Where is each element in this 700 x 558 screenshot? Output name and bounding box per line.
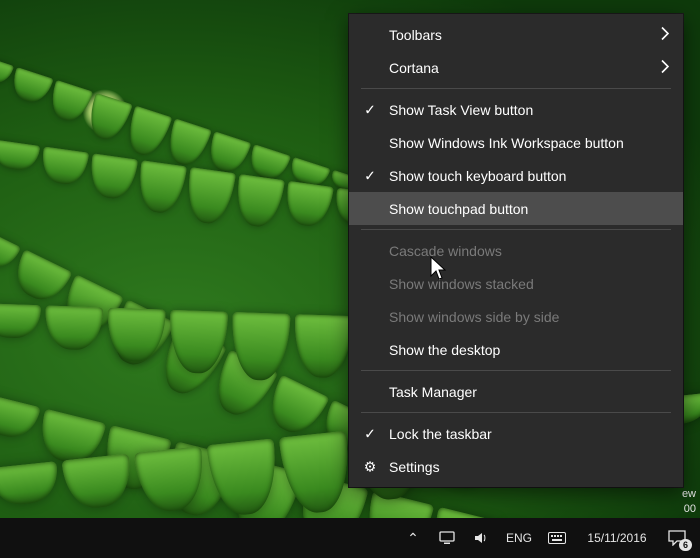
ctx-item-show-the-desktop[interactable]: Show the desktop bbox=[349, 333, 683, 366]
peek-line-1: ew bbox=[670, 487, 696, 501]
ctx-item-label: Show Windows Ink Workspace button bbox=[389, 135, 624, 151]
ctx-separator bbox=[361, 88, 671, 89]
peek-line-2: 00 bbox=[670, 502, 696, 516]
ctx-separator bbox=[361, 229, 671, 230]
ctx-item-cascade-windows: Cascade windows bbox=[349, 234, 683, 267]
tray-action-center[interactable]: 6 bbox=[660, 518, 700, 558]
ctx-item-label: Show touch keyboard button bbox=[389, 168, 566, 184]
ctx-item-toolbars[interactable]: Toolbars bbox=[349, 18, 683, 51]
tray-language-code: ENG bbox=[506, 531, 532, 545]
ctx-item-label: Show windows stacked bbox=[389, 276, 534, 292]
taskbar[interactable]: ⌃ ENG 15/11/2016 6 bbox=[0, 518, 700, 558]
tray-network-icon[interactable] bbox=[430, 518, 464, 558]
ctx-item-show-windows-stacked: Show windows stacked bbox=[349, 267, 683, 300]
tray-language[interactable]: ENG bbox=[498, 518, 540, 558]
ctx-item-show-task-view-button[interactable]: ✓ Show Task View button bbox=[349, 93, 683, 126]
ctx-item-cortana[interactable]: Cortana bbox=[349, 51, 683, 84]
ctx-item-lock-the-taskbar[interactable]: ✓ Lock the taskbar bbox=[349, 417, 683, 450]
chevron-up-icon: ⌃ bbox=[404, 529, 422, 547]
ctx-item-task-manager[interactable]: Task Manager bbox=[349, 375, 683, 408]
ctx-item-show-windows-side-by-side: Show windows side by side bbox=[349, 300, 683, 333]
notification-badge: 6 bbox=[679, 539, 692, 551]
tray-overflow-button[interactable]: ⌃ bbox=[396, 518, 430, 558]
check-icon: ✓ bbox=[361, 425, 379, 442]
keyboard-icon bbox=[548, 529, 566, 547]
ctx-item-label: Toolbars bbox=[389, 27, 442, 43]
ctx-item-label: Cascade windows bbox=[389, 243, 502, 259]
check-icon: ✓ bbox=[361, 101, 379, 118]
ctx-item-label: Show Task View button bbox=[389, 102, 533, 118]
ctx-item-show-touch-keyboard-button[interactable]: ✓ Show touch keyboard button bbox=[349, 159, 683, 192]
speaker-icon bbox=[472, 529, 490, 547]
ctx-item-label: Cortana bbox=[389, 60, 439, 76]
ctx-separator bbox=[361, 370, 671, 371]
tray-date: 15/11/2016 bbox=[587, 531, 646, 545]
chevron-right-icon bbox=[661, 26, 669, 43]
taskbar-context-menu: Toolbars Cortana ✓ Show Task View button Sho… bbox=[349, 14, 683, 487]
check-icon: ✓ bbox=[361, 167, 379, 184]
ctx-item-label: Show the desktop bbox=[389, 342, 500, 358]
gear-icon: ⚙ bbox=[361, 458, 379, 475]
ctx-item-label: Lock the taskbar bbox=[389, 426, 492, 442]
monitor-icon bbox=[438, 529, 456, 547]
ctx-item-settings[interactable]: ⚙ Settings bbox=[349, 450, 683, 483]
chevron-right-icon bbox=[661, 59, 669, 76]
background-window-peek: ew 00 bbox=[670, 487, 696, 516]
tray-volume-icon[interactable] bbox=[464, 518, 498, 558]
notification-icon: 6 bbox=[668, 529, 686, 547]
ctx-item-label: Task Manager bbox=[389, 384, 477, 400]
ctx-separator bbox=[361, 412, 671, 413]
ctx-item-label: Show windows side by side bbox=[389, 309, 559, 325]
ctx-item-show-touchpad-button[interactable]: Show touchpad button bbox=[349, 192, 683, 225]
ctx-item-show-windows-ink-workspace-button[interactable]: Show Windows Ink Workspace button bbox=[349, 126, 683, 159]
tray-ime-icon[interactable] bbox=[540, 518, 574, 558]
ctx-item-label: Settings bbox=[389, 459, 440, 475]
ctx-item-label: Show touchpad button bbox=[389, 201, 528, 217]
tray-clock[interactable]: 15/11/2016 bbox=[574, 518, 660, 558]
